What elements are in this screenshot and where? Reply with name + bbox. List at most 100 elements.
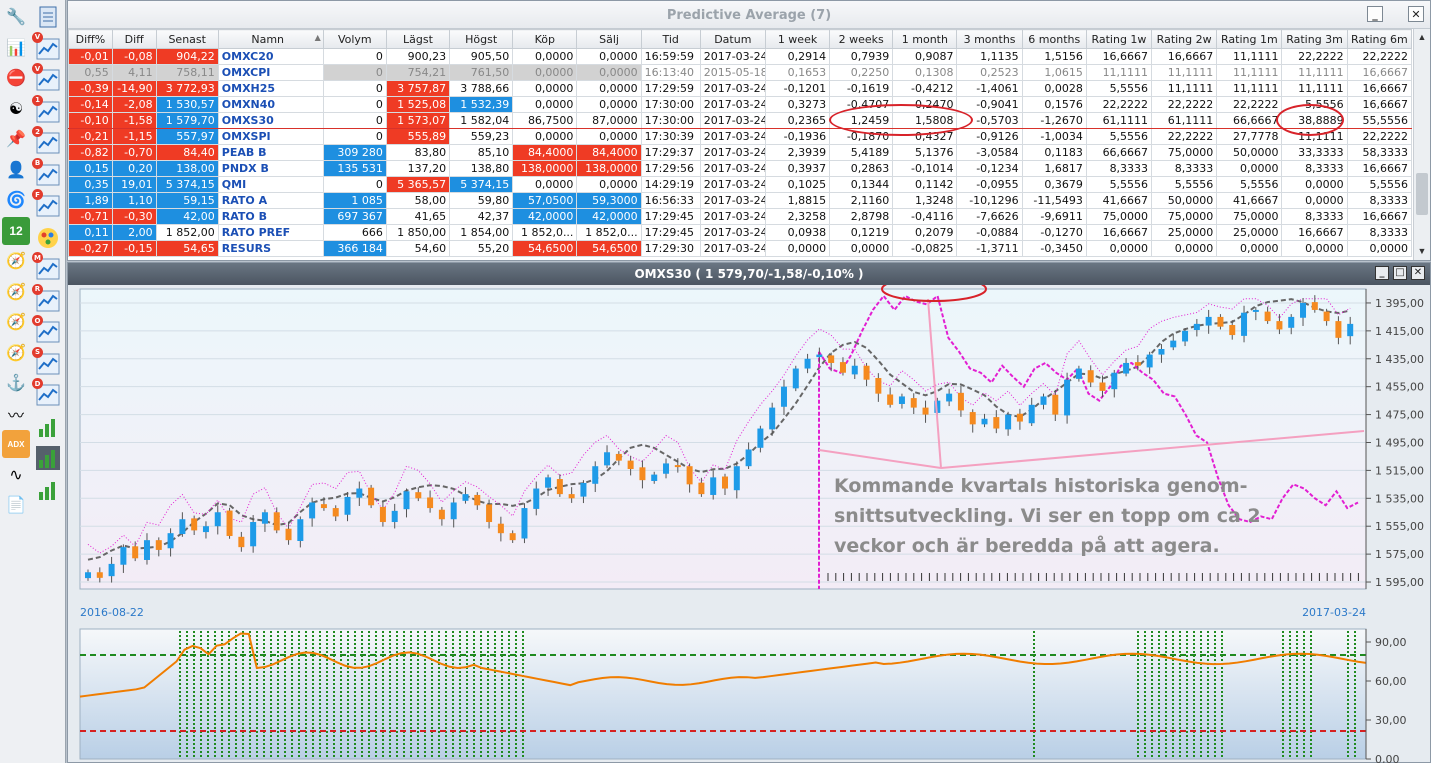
compass-stop-icon[interactable]: 🧭 xyxy=(2,339,30,367)
chart-2-icon[interactable]: 2 xyxy=(32,126,62,157)
chart-s-icon[interactable]: S xyxy=(32,346,62,378)
column-header-rating-2w[interactable]: Rating 2w xyxy=(1151,29,1218,49)
column-header-sälj[interactable]: Sälj xyxy=(576,29,642,49)
table-row[interactable]: -0,82 -0,70 84,40 PEAB B 309 280 83,80 85,10 84… xyxy=(68,144,1413,161)
pin-icon[interactable]: 📌 xyxy=(2,125,30,153)
column-header-diff[interactable]: Diff xyxy=(111,29,157,49)
table-cell: 11,1111 xyxy=(1281,128,1348,145)
column-header-6-months[interactable]: 6 months xyxy=(1021,29,1087,49)
table-row[interactable]: 0,15 0,20 138,00 PNDX B 135 531 137,20 138,80 1… xyxy=(68,160,1413,177)
column-header-volym[interactable]: Volym xyxy=(322,29,387,49)
scroll-thumb[interactable] xyxy=(1416,173,1428,215)
column-header-rating-1w[interactable]: Rating 1w xyxy=(1085,29,1153,49)
chart-minimize-icon[interactable]: _ xyxy=(1375,266,1389,280)
table-cell: 557,97 xyxy=(155,128,219,145)
chart-v-icon[interactable]: V xyxy=(32,31,62,63)
instrument-name-cell[interactable]: RESURS xyxy=(217,240,324,257)
column-header-diff-[interactable]: Diff% xyxy=(68,29,113,49)
column-header-senast[interactable]: Senast xyxy=(155,29,219,49)
badge-icon: D xyxy=(32,378,43,389)
chart-maximize-icon[interactable]: □ xyxy=(1393,266,1407,280)
anchor-icon[interactable]: ⚓ xyxy=(2,369,30,397)
instrument-name-cell[interactable]: OMXSPI xyxy=(217,128,324,145)
instrument-name-cell[interactable]: RATO PREF xyxy=(217,224,324,241)
bars-dark-icon[interactable] xyxy=(34,444,62,472)
instrument-name-cell[interactable]: RATO A xyxy=(217,192,324,209)
table-cell: 5 374,15 xyxy=(155,176,219,193)
chart-close-icon[interactable]: ✕ xyxy=(1411,266,1425,280)
chart-b-icon[interactable]: B xyxy=(32,157,62,189)
line-trend-icon[interactable]: 〰 xyxy=(2,400,30,428)
chart-f-icon[interactable]: F xyxy=(32,189,62,220)
table-row[interactable]: 0,11 2,00 1 852,00 RATO PREF 666 1 850,00 1 85… xyxy=(68,224,1413,241)
column-header-1-week[interactable]: 1 week xyxy=(764,29,831,49)
settings-wrench-icon[interactable]: 🔧 xyxy=(2,3,30,31)
chart-o-icon[interactable]: O xyxy=(32,315,62,346)
minimize-button[interactable]: _ xyxy=(1367,6,1383,22)
instrument-name-cell[interactable]: RATO B xyxy=(217,208,324,225)
palette-icon[interactable] xyxy=(34,224,62,252)
instrument-name-cell[interactable]: QMI xyxy=(217,176,324,193)
chart-d-icon[interactable]: D xyxy=(32,378,62,409)
compass-b-icon[interactable]: 🧭 xyxy=(2,278,30,306)
table-cell: 0,4327 xyxy=(892,128,958,145)
bars-green-icon[interactable] xyxy=(34,413,62,441)
column-header-köp[interactable]: Köp xyxy=(512,29,578,49)
column-header-1-month[interactable]: 1 month xyxy=(892,29,958,49)
candle-up xyxy=(816,354,823,358)
candle-up xyxy=(167,533,174,549)
table-row[interactable]: -0,01 -0,08 904,22 OMXC20 0 900,23 905,50 0,000… xyxy=(68,48,1413,65)
table-row[interactable]: -0,39 -14,90 3 772,93 OMXH25 0 3 757,87 3 788,… xyxy=(68,80,1413,97)
chart-v2-icon[interactable]: V xyxy=(32,63,62,94)
bar-chart-icon[interactable]: 📊 xyxy=(2,34,30,62)
table-row[interactable]: -0,71 -0,30 42,00 RATO B 697 367 41,65 42,37 42… xyxy=(68,208,1413,225)
bars-green2-icon[interactable] xyxy=(34,476,62,504)
column-header-rating-3m[interactable]: Rating 3m xyxy=(1281,29,1348,49)
chart-m-icon[interactable]: M xyxy=(32,252,62,283)
yin-yang-icon[interactable]: ☯ xyxy=(2,95,30,123)
column-header-2-weeks[interactable]: 2 weeks xyxy=(829,29,894,49)
chart-1-icon[interactable]: 1 xyxy=(32,94,62,126)
table-cell: 8,3333 xyxy=(1281,160,1348,177)
table-row[interactable]: -0,10 -1,58 1 579,70 OMXS30 0 1 573,07 1 582,0… xyxy=(68,112,1413,129)
waveform-icon[interactable]: ∿ xyxy=(2,461,30,489)
swirl-icon[interactable]: 🌀 xyxy=(2,186,30,214)
table-row[interactable]: 0,35 19,01 5 374,15 QMI 0 5 365,57 5 374,15 0,0… xyxy=(68,176,1413,193)
table-row[interactable]: 1,89 1,10 59,15 RATO A1 085 58,00 59,80 57,050… xyxy=(68,192,1413,209)
table-vertical-scrollbar[interactable]: ▲ ▼ xyxy=(1413,29,1430,260)
close-button[interactable]: ✕ xyxy=(1408,6,1424,22)
instrument-name-cell[interactable]: OMXH25 xyxy=(217,80,324,97)
column-header-datum[interactable]: Datum xyxy=(699,29,766,49)
column-header-namn[interactable]: Namn ▲ xyxy=(217,29,324,49)
scroll-up-icon[interactable]: ▲ xyxy=(1416,31,1428,43)
table-row[interactable]: -0,21 -1,15 557,97 OMXSPI 0 555,89 559,23 0,000… xyxy=(68,128,1413,145)
instrument-name-cell[interactable]: OMXN40 xyxy=(217,96,324,113)
compass-n-icon[interactable]: 🧭 xyxy=(2,247,30,275)
instrument-name-cell[interactable]: OMXCPI xyxy=(217,64,324,81)
calendar-icon[interactable]: 12 xyxy=(2,216,30,245)
column-header-rating-6m[interactable]: Rating 6m xyxy=(1346,29,1413,49)
document-icon[interactable]: 📄 xyxy=(2,491,30,519)
column-header-högst[interactable]: Högst xyxy=(449,29,514,49)
scroll-down-icon[interactable]: ▼ xyxy=(1416,245,1428,257)
column-header-3-months[interactable]: 3 months xyxy=(956,29,1023,49)
compass-w-icon[interactable]: 🧭 xyxy=(2,308,30,336)
column-header-tid[interactable]: Tid xyxy=(640,29,701,49)
table-row[interactable]: -0,14 -2,08 1 530,57 OMXN40 0 1 525,08 1 532,3… xyxy=(68,96,1413,113)
candle-up xyxy=(214,512,221,527)
instrument-name-cell[interactable]: OMXC20 xyxy=(217,48,324,65)
column-header-rating-1m[interactable]: Rating 1m xyxy=(1216,29,1283,49)
instrument-name-cell[interactable]: PNDX B xyxy=(217,160,324,177)
table-row[interactable]: 0,55 4,11 758,11 OMXCPI 0 754,21 761,50 0,0000 0… xyxy=(68,64,1413,81)
oscillator-chart[interactable]: 90,00 60,00 30,00 0,00 xyxy=(68,623,1431,763)
table-row[interactable]: -0,27 -0,15 54,65 RESURS 366 184 54,60 55,20 54… xyxy=(68,240,1413,257)
instrument-name-cell[interactable]: OMXS30 xyxy=(217,112,324,129)
column-header-lägst[interactable]: Lägst xyxy=(385,29,451,49)
adx-icon[interactable]: ADX xyxy=(2,430,30,458)
user-photo-icon[interactable]: 👤 xyxy=(2,156,30,184)
instrument-name-cell[interactable]: PEAB B xyxy=(217,144,324,161)
stop-icon[interactable]: ⛔ xyxy=(2,64,30,92)
notepad-icon[interactable] xyxy=(34,3,62,31)
price-chart[interactable]: 1 595,00 1 575,00 1 555,00 1 535,00 1 515,00… xyxy=(68,285,1431,621)
chart-r-icon[interactable]: R xyxy=(32,283,62,315)
